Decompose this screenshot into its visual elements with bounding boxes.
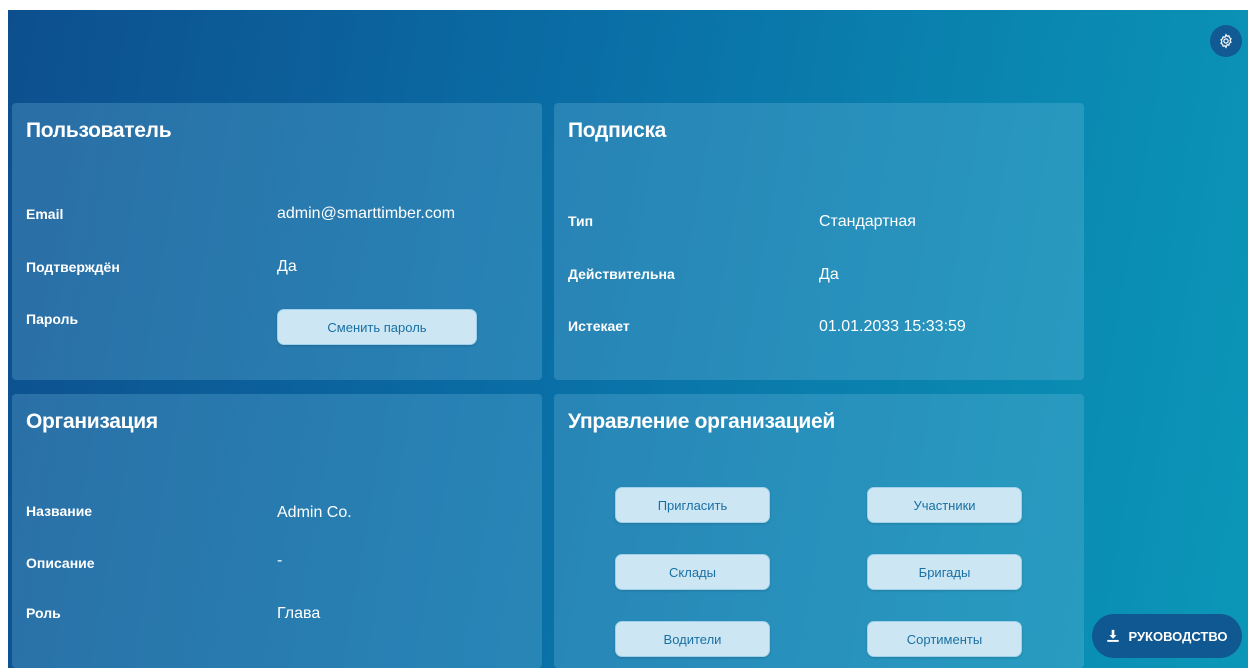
members-button[interactable]: Участники [867, 487, 1022, 523]
organization-card-title: Организация [26, 410, 158, 433]
password-label: Пароль [26, 311, 79, 327]
change-password-button[interactable]: Сменить пароль [277, 309, 477, 345]
assortments-button[interactable]: Сортименты [867, 621, 1022, 657]
organization-card: Организация Название Admin Co. Описание … [12, 394, 542, 668]
app-background: Пользователь Email admin@smarttimber.com… [8, 10, 1248, 668]
warehouses-button[interactable]: Склады [615, 554, 770, 590]
confirmed-label: Подтверждён [26, 259, 120, 275]
confirmed-value: Да [277, 258, 297, 275]
drivers-button[interactable]: Водители [615, 621, 770, 657]
user-card: Пользователь Email admin@smarttimber.com… [12, 103, 542, 380]
management-card-title: Управление организацией [568, 410, 835, 433]
type-value: Стандартная [819, 213, 916, 230]
expires-label: Истекает [568, 318, 630, 334]
subscription-card: Подписка Тип Стандартная Действительна Д… [554, 103, 1084, 380]
email-value: admin@smarttimber.com [277, 205, 456, 222]
org-name-label: Название [26, 503, 93, 519]
valid-label: Действительна [568, 266, 675, 282]
expires-value: 01.01.2033 15:33:59 [819, 318, 966, 335]
download-icon [1107, 629, 1120, 642]
gear-icon [1220, 33, 1232, 49]
user-card-title: Пользователь [26, 119, 172, 142]
org-role-value: Глава [277, 605, 321, 622]
guide-button-label: РУКОВОДСТВО [1128, 628, 1228, 644]
brigades-button[interactable]: Бригады [867, 554, 1022, 590]
org-role-label: Роль [26, 605, 61, 621]
invite-button[interactable]: Пригласить [615, 487, 770, 523]
guide-button[interactable]: РУКОВОДСТВО [1092, 614, 1242, 658]
valid-value: Да [819, 266, 839, 283]
org-description-label: Описание [26, 555, 95, 571]
email-label: Email [26, 206, 64, 222]
type-label: Тип [568, 213, 594, 229]
management-card: Управление организацией Пригласить Участ… [554, 394, 1084, 668]
subscription-card-title: Подписка [568, 119, 667, 142]
settings-button[interactable] [1210, 25, 1242, 57]
org-name-value: Admin Co. [277, 504, 352, 521]
org-description-value: - [277, 552, 283, 569]
